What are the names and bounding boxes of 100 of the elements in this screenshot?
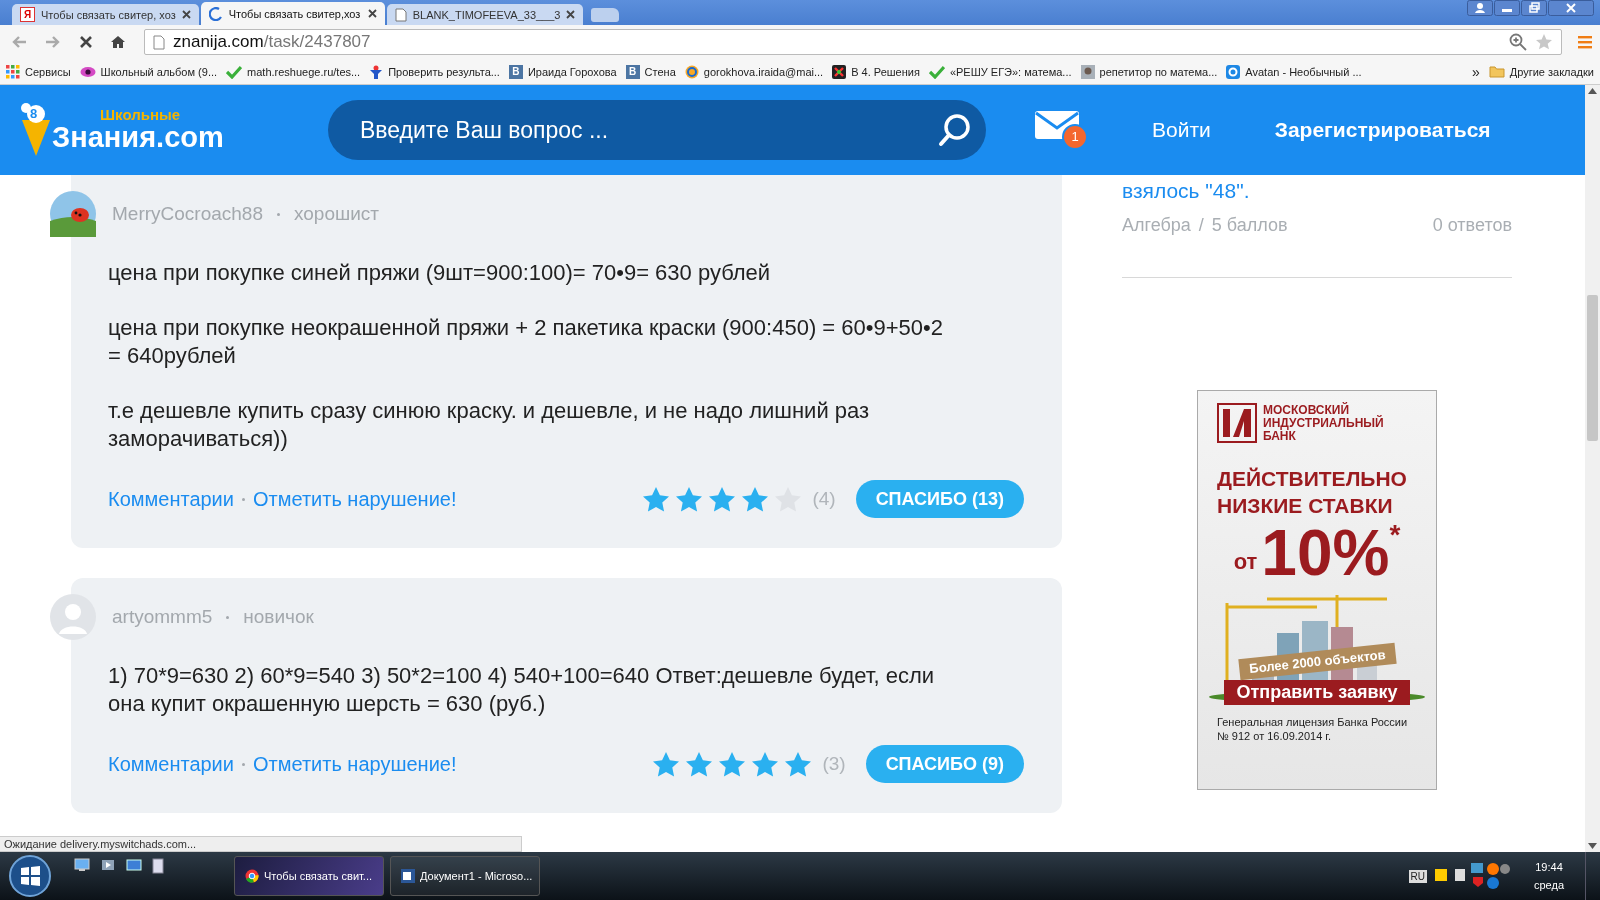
avatar-picture <box>50 191 96 237</box>
close-icon[interactable] <box>1548 0 1594 16</box>
bookmark-item[interactable]: «РЕШУ ЕГЭ»: матема... <box>928 64 1072 79</box>
taskbar-button[interactable]: Чтобы связать свит... <box>234 856 384 896</box>
window-icon[interactable] <box>126 858 142 872</box>
search-field[interactable]: Введите Ваш вопрос ... <box>358 115 938 145</box>
answers-count: 0 ответов <box>1432 215 1512 236</box>
points-label: 5 баллов <box>1211 215 1288 236</box>
ad-headline: ДЕЙСТВИТЕЛЬНО НИЗКИЕ СТАВКИ <box>1217 466 1408 519</box>
answer-paragraph: цена при покупке синей пряжи (9шт=900:100)= 70•9= 630 рублей <box>108 259 772 287</box>
document-icon[interactable] <box>152 858 164 874</box>
browser-icon <box>245 869 259 883</box>
bookmark-item[interactable]: B Ираида Горохова <box>508 64 617 79</box>
star-filled-icon <box>784 750 813 778</box>
stop-icon[interactable] <box>78 34 94 50</box>
rating-stars[interactable] <box>652 750 813 778</box>
bookmark-item[interactable]: math.reshuege.ru/tes... <box>226 64 361 79</box>
license-text: Генеральная лицензия Банка России № 912 от 16.09.2014 г. <box>1217 715 1409 743</box>
avatar-silhouette <box>50 594 96 640</box>
bookmark-item[interactable]: В 4. Решения <box>832 64 920 79</box>
apps-grid-icon <box>6 64 20 79</box>
restore-icon[interactable] <box>1521 0 1547 16</box>
clock-day: среда <box>1534 879 1564 891</box>
advertisement-banner[interactable]: МОСКОВСКИЙ ИНДУСТРИАЛЬНЫЙ БАНК ДЕЙСТВИТЕЛЬНО НИЗКИЕ СТАВКИ от 10%* Более 2000 объектов Отправить заявку Генеральная лицензия Банка России № 912 от 16.09.2014 г. <box>1197 390 1437 790</box>
scroll-up-arrow-icon[interactable] <box>1588 88 1597 94</box>
separator: / <box>1198 215 1204 236</box>
loading-spinner-icon <box>208 6 223 21</box>
ad-cta-button[interactable]: Отправить заявку <box>1224 680 1410 705</box>
bank-name: МОСКОВСКИЙ ИНДУСТРИАЛЬНЫЙ БАНК <box>1263 403 1385 443</box>
scrollbar-thumb[interactable] <box>1587 295 1598 441</box>
clock-time[interactable]: 19:44 <box>1535 861 1563 873</box>
star-filled-icon <box>642 485 671 513</box>
user-rank: хорошист <box>294 203 380 225</box>
zoom-icon[interactable] <box>1509 33 1527 51</box>
footnote-mark: * <box>1389 519 1401 550</box>
logo-wordmark: Знания.com <box>52 122 224 153</box>
browser-tab[interactable]: BLANK_TIMOFEEVA_33___3 <box>386 4 584 25</box>
ring-icon <box>1226 64 1241 79</box>
media-icon[interactable] <box>100 858 116 872</box>
page-icon <box>153 34 165 50</box>
star-icon[interactable] <box>1535 33 1553 51</box>
vote-count: (4) <box>812 488 836 510</box>
logo-number: 8 <box>30 106 38 121</box>
close-icon <box>367 9 377 18</box>
star-filled-icon <box>685 750 714 778</box>
document-icon <box>401 869 415 883</box>
browser-tab[interactable]: Я Чтобы связать свитер, хоз <box>12 4 199 25</box>
checkmark-icon <box>226 64 243 79</box>
taskbar-button[interactable]: Документ1 - Microso... <box>390 856 540 896</box>
scroll-down-arrow-icon[interactable] <box>1588 843 1597 849</box>
language-indicator[interactable]: RU <box>1408 869 1427 883</box>
letter-icon: B <box>508 64 523 79</box>
address-bar[interactable]: znanija.com/task/2437807 <box>144 29 1562 55</box>
close-icon <box>566 10 576 19</box>
star-filled-icon <box>751 750 780 778</box>
letter-icon: B <box>625 64 640 79</box>
user-rank: новичок <box>243 606 314 628</box>
bookmark-item[interactable]: Проверить результа... <box>369 64 500 79</box>
menu-icon[interactable] <box>1578 35 1592 49</box>
bookmark-item[interactable]: репетитор по матема... <box>1080 64 1218 79</box>
bank-logo-icon <box>1217 403 1257 443</box>
search-bar[interactable]: Введите Ваш вопрос ... <box>328 100 986 160</box>
star-filled-icon <box>718 750 747 778</box>
start-orb-icon[interactable] <box>8 854 52 898</box>
bookmark-item[interactable]: Школьный альбом (9... <box>79 64 218 79</box>
vote-count: (3) <box>822 753 846 775</box>
thumbnail-icon <box>1080 64 1095 79</box>
desktop-icon[interactable] <box>74 858 90 872</box>
question-link[interactable]: взялось "48". <box>1122 179 1512 203</box>
star-filled-icon <box>708 485 737 513</box>
close-icon <box>181 10 191 19</box>
answer-paragraph: цена при покупке неокрашенной пряжи + 2 пакетика краски (900:450) = 60•9+50•2 = 640рублей <box>108 314 944 370</box>
page-icon <box>394 7 407 22</box>
folder-icon <box>1488 65 1505 78</box>
star-filled-icon <box>741 485 770 513</box>
answer-paragraph: 1) 70*9=630 2) 60*9=540 3) 50*2=100 4) 540+100=640 Ответ:дешевле будет, если она купит окрашенную шерсть = 630 (руб.) <box>108 662 936 718</box>
notification-badge: 1 <box>1062 124 1088 150</box>
more-bookmarks-button[interactable]: » <box>1471 63 1480 80</box>
bookmark-folder[interactable]: Другие закладки <box>1488 65 1594 78</box>
bookmark-item[interactable]: Сервисы <box>6 64 71 79</box>
bookmark-item[interactable]: B Стена <box>625 64 676 79</box>
home-icon[interactable] <box>110 34 126 50</box>
user-icon[interactable] <box>1467 0 1493 16</box>
scrollbar[interactable] <box>1585 85 1600 852</box>
tray-icons-drawing[interactable] <box>1433 861 1513 891</box>
bookmark-item[interactable]: gorokhova.iraida@mai... <box>684 64 824 79</box>
favicon: Я <box>20 7 35 22</box>
minimize-icon[interactable] <box>1494 0 1520 16</box>
cross-icon <box>832 64 847 79</box>
checkmark-icon <box>928 64 945 79</box>
answer-paragraph: т.е дешевле купить сразу синюю краску. и дешевле, и не надо лишний раз заморачиваться)) <box>108 397 871 453</box>
search-icon[interactable] <box>938 113 972 147</box>
star-filled-icon <box>675 485 704 513</box>
browser-tab[interactable]: Чтобы связать свитер,хоз <box>200 2 385 25</box>
rate-value: 10% <box>1261 519 1390 587</box>
bookmark-item[interactable]: Avatan - Необычный ... <box>1226 64 1362 79</box>
figure-icon <box>369 64 384 79</box>
rating-stars[interactable] <box>642 485 803 513</box>
star-filled-icon <box>652 750 681 778</box>
logo-tagline: Школьные <box>100 107 182 122</box>
